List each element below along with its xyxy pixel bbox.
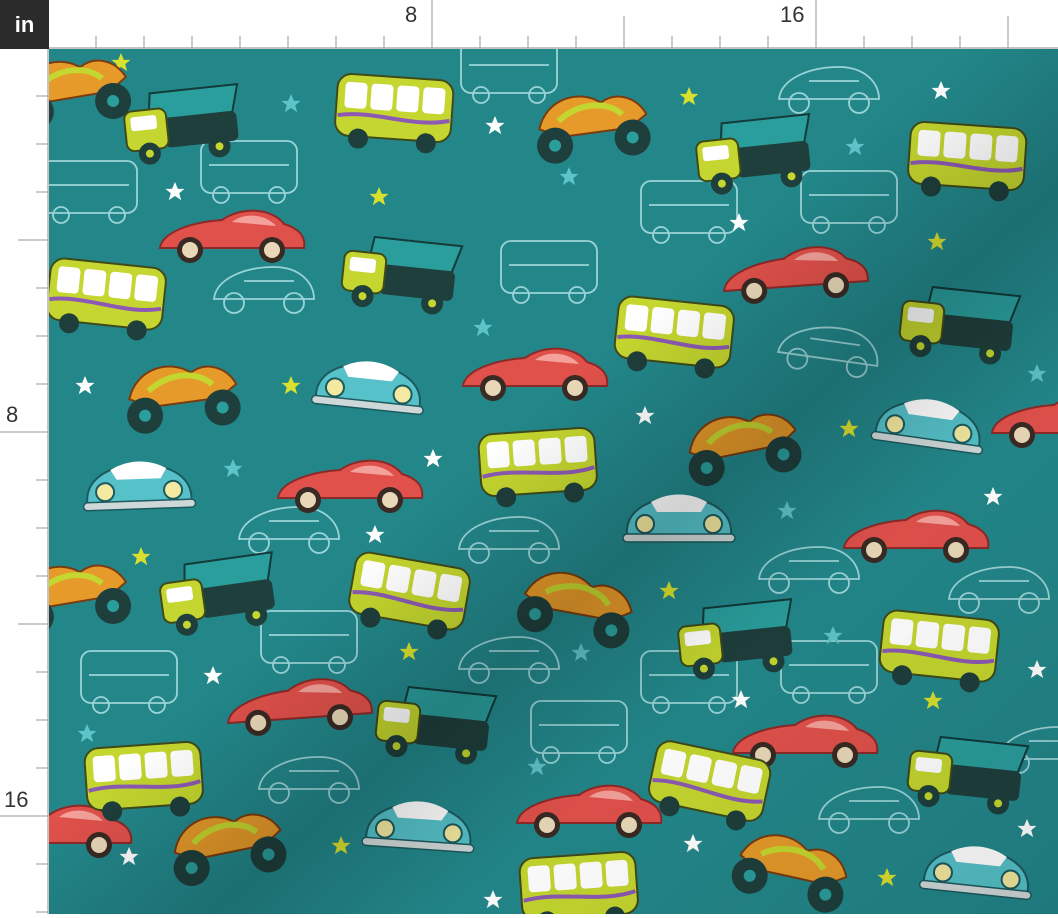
unit-label: in (0, 0, 49, 49)
top-ruler-ticks (95, 0, 1009, 48)
top-ruler-label-16: 16 (780, 2, 805, 27)
fabric-fold-shadow (49, 49, 1058, 914)
top-ruler: 8 16 (49, 0, 1058, 49)
left-ruler-label-8: 8 (6, 402, 19, 427)
fabric-swatch (49, 49, 1058, 914)
left-ruler-label-16: 16 (4, 787, 29, 812)
top-ruler-label-8: 8 (405, 2, 418, 27)
left-ruler: 8 16 (0, 49, 49, 914)
